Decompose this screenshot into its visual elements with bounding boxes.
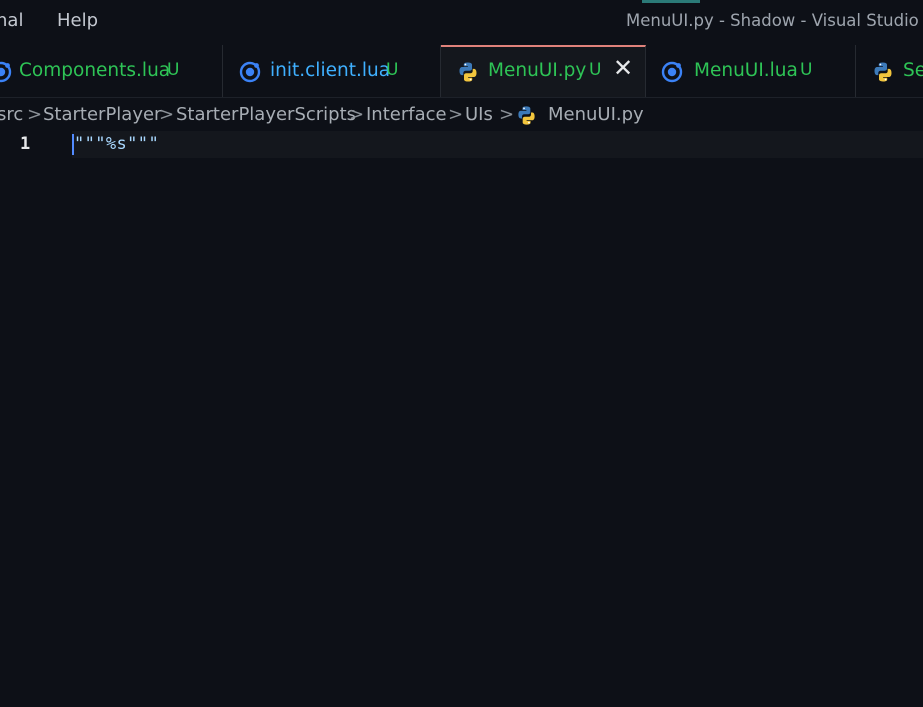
lua-icon xyxy=(661,61,683,83)
menu-help[interactable]: Help xyxy=(57,10,98,31)
tab-se-py[interactable]: Se xyxy=(856,45,923,97)
title-accent-strip xyxy=(642,0,700,3)
chevron-right-icon: > xyxy=(27,104,43,125)
tab-menuui-lua[interactable]: MenuUI.lua U xyxy=(646,45,856,97)
title-bar: inal Help MenuUI.py - Shadow - Visual St… xyxy=(0,0,923,45)
python-icon xyxy=(459,62,477,82)
lua-icon xyxy=(0,61,12,83)
tab-label: Components.lua xyxy=(19,60,171,81)
chevron-right-icon: > xyxy=(448,104,464,125)
current-line-highlight xyxy=(72,131,923,158)
code-editor[interactable]: 1 """%s""" xyxy=(0,131,923,707)
git-status-badge: U xyxy=(386,60,399,80)
breadcrumb-item-starterplayer[interactable]: StarterPlayer xyxy=(43,104,161,125)
python-icon xyxy=(874,62,892,82)
tab-label: init.client.lua xyxy=(270,60,391,81)
editor-tab-bar: Components.lua U init.client.lua U MenuU… xyxy=(0,45,923,98)
close-icon[interactable]: ✕ xyxy=(613,54,633,82)
git-status-badge: U xyxy=(167,60,180,80)
breadcrumb-item-starterplayerscripts[interactable]: StarterPlayerScripts xyxy=(176,104,356,125)
code-line[interactable]: """%s""" xyxy=(74,134,159,154)
git-status-badge: U xyxy=(589,60,602,80)
tab-init-client-lua[interactable]: init.client.lua U xyxy=(223,45,441,97)
tab-label: MenuUI.lua xyxy=(694,60,798,81)
chevron-right-icon: > xyxy=(499,104,515,125)
python-icon xyxy=(518,106,535,125)
breadcrumb-item-interface[interactable]: Interface xyxy=(366,104,447,125)
chevron-right-icon: > xyxy=(349,104,365,125)
line-number: 1 xyxy=(20,134,31,154)
lua-icon xyxy=(239,61,261,83)
breadcrumb: src > StarterPlayer > StarterPlayerScrip… xyxy=(0,99,923,131)
tab-components-lua[interactable]: Components.lua U xyxy=(0,45,223,97)
breadcrumb-item-file[interactable]: MenuUI.py xyxy=(548,104,644,125)
tab-menuui-py[interactable]: MenuUI.py U ✕ xyxy=(441,45,646,97)
vscode-window: inal Help MenuUI.py - Shadow - Visual St… xyxy=(0,0,923,707)
git-status-badge: U xyxy=(800,60,813,80)
menu-terminal[interactable]: inal xyxy=(0,10,23,31)
tab-label: Se xyxy=(903,60,923,81)
breadcrumb-item-uis[interactable]: UIs xyxy=(465,104,493,125)
window-title: MenuUI.py - Shadow - Visual Studio C xyxy=(626,11,923,30)
text-cursor xyxy=(72,134,74,155)
breadcrumb-item-src[interactable]: src xyxy=(0,104,23,125)
tab-label: MenuUI.py xyxy=(488,60,587,81)
chevron-right-icon: > xyxy=(159,104,175,125)
